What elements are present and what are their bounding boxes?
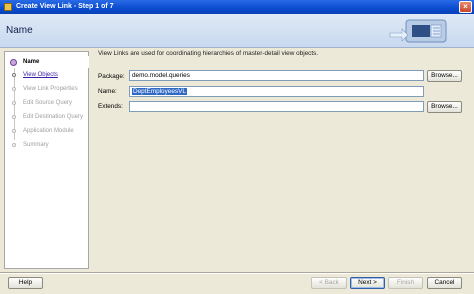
name-field[interactable]: DeptEmployeesVL [129, 86, 424, 97]
close-button[interactable]: × [459, 1, 472, 13]
step-label: View Link Properties [23, 86, 78, 92]
step-edit-source-query: Edit Source Query [5, 97, 89, 109]
extends-browse-button[interactable]: Browse... [427, 101, 462, 113]
step-label: View Objects [23, 72, 58, 78]
wizard-graphic-icon [389, 19, 447, 43]
wizard-steps-panel: Name View Objects View Link Properties E… [4, 51, 89, 269]
cancel-button[interactable]: Cancel [427, 277, 462, 289]
step-indicator-icon [12, 143, 16, 147]
extends-field[interactable] [129, 101, 424, 112]
step-view-objects[interactable]: View Objects [5, 69, 89, 81]
step-indicator-icon [10, 59, 17, 66]
page-title: Name [6, 25, 33, 36]
step-label: Edit Destination Query [23, 114, 84, 120]
next-button[interactable]: Next > [350, 277, 385, 289]
step-label: Summary [23, 142, 49, 148]
back-button[interactable]: < Back [311, 277, 347, 289]
step-description: View Links are used for coordinating hie… [98, 50, 319, 57]
package-browse-button[interactable]: Browse... [427, 70, 462, 82]
step-summary: Summary [5, 139, 89, 151]
step-label: Application Module [23, 128, 74, 134]
window-title: Create View Link - Step 1 of 7 [16, 3, 114, 10]
step-edit-destination-query: Edit Destination Query [5, 111, 89, 123]
window-icon [4, 3, 12, 11]
step-indicator-icon [12, 73, 16, 77]
package-field[interactable]: demo.model.queries [129, 70, 424, 81]
package-value: demo.model.queries [132, 72, 190, 79]
footer-divider [0, 272, 474, 274]
step-label: Edit Source Query [23, 100, 73, 106]
package-label: Package: [98, 73, 125, 80]
step-name[interactable]: Name [5, 56, 89, 68]
step-view-link-properties: View Link Properties [5, 83, 89, 95]
help-button[interactable]: Help [8, 277, 43, 289]
step-indicator-icon [12, 115, 16, 119]
step-label: Name [23, 59, 40, 65]
extends-label: Extends: [98, 103, 123, 110]
name-value: DeptEmployeesVL [132, 88, 187, 95]
step-indicator-icon [12, 129, 16, 133]
step-application-module: Application Module [5, 125, 89, 137]
step-indicator-icon [12, 87, 16, 91]
step-indicator-icon [12, 101, 16, 105]
name-label: Name: [98, 88, 117, 95]
finish-button[interactable]: Finish [388, 277, 423, 289]
title-bar: Create View Link - Step 1 of 7 × [0, 0, 474, 14]
wizard-header: Name [0, 14, 474, 48]
